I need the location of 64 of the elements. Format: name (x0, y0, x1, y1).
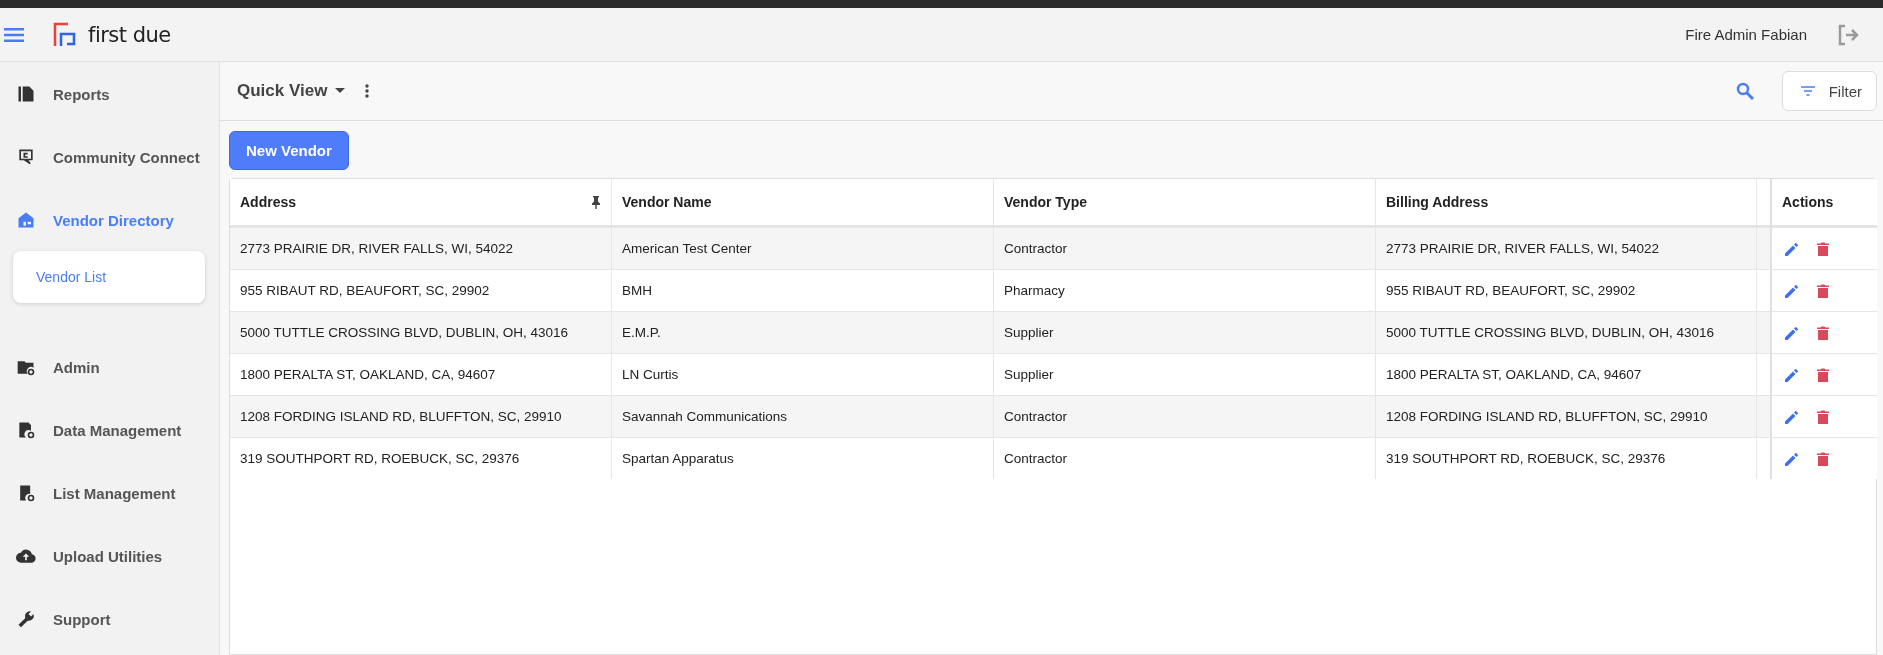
edit-icon[interactable] (1784, 408, 1800, 425)
table-cell: Supplier (994, 311, 1376, 353)
column-header[interactable]: Vendor Name (612, 179, 994, 227)
column-title: Vendor Type (1004, 194, 1087, 210)
sidebar-item[interactable]: Reports (0, 74, 219, 114)
column-title: Vendor Name (622, 194, 712, 210)
column-title: Billing Address (1386, 194, 1489, 210)
column-header[interactable]: Billing Address (1376, 179, 1757, 227)
table-cell: 2773 PRAIRIE DR, RIVER FALLS, WI, 54022 (1376, 227, 1757, 269)
table-cell: E.M.P. (612, 311, 994, 353)
table-cell: Savannah Communications (612, 395, 994, 437)
edit-icon[interactable] (1784, 450, 1800, 467)
delete-icon[interactable] (1815, 450, 1831, 467)
table-cell: 319 SOUTHPORT RD, ROEBUCK, SC, 29376 (1376, 437, 1757, 479)
search-icon[interactable] (1735, 82, 1754, 100)
caret-icon (335, 88, 346, 94)
sidebar-item[interactable]: Community Connect (0, 137, 219, 177)
menu-icon[interactable] (4, 26, 24, 43)
table-cell: 1208 FORDING ISLAND RD, BLUFFTON, SC, 29910 (230, 395, 612, 437)
table-cell: 319 SOUTHPORT RD, ROEBUCK, SC, 29376 (230, 437, 612, 479)
sidebar-item[interactable]: Upload Utilities (0, 536, 219, 576)
sidebar-item[interactable]: Data Management (0, 410, 219, 450)
edit-icon[interactable] (1784, 324, 1800, 341)
delete-icon[interactable] (1815, 408, 1831, 425)
edit-icon[interactable] (1784, 282, 1800, 299)
delete-icon[interactable] (1815, 282, 1831, 299)
table-cell: 2773 PRAIRIE DR, RIVER FALLS, WI, 54022 (230, 227, 612, 269)
document-gear-icon (16, 420, 36, 440)
wrench-icon (16, 609, 36, 629)
quick-view-dropdown[interactable]: Quick View (237, 81, 346, 101)
delete-icon[interactable] (1815, 366, 1831, 383)
filter-button[interactable]: Filter (1781, 71, 1877, 111)
column-header[interactable]: Vendor Type (994, 179, 1376, 227)
submenu-item[interactable]: Vendor List (36, 269, 182, 285)
filter-icon (1800, 86, 1815, 96)
delete-icon[interactable] (1815, 324, 1831, 341)
table-cell: Spartan Apparatus (612, 437, 994, 479)
table-cell: 5000 TUTTLE CROSSING BLVD, DUBLIN, OH, 43016 (1376, 311, 1757, 353)
new-vendor-button[interactable]: New Vendor (229, 131, 349, 170)
sidebar-item[interactable]: Support (0, 599, 219, 639)
table-cell: Contractor (994, 227, 1376, 269)
table-cell: Contractor (994, 437, 1376, 479)
sidebar-item[interactable]: Vendor Directory (0, 200, 219, 240)
user-name: Fire Admin Fabian (1685, 26, 1807, 43)
chat-icon (16, 147, 36, 167)
logo-icon (52, 21, 78, 48)
column-title: Address (240, 194, 297, 210)
table-cell: 5000 TUTTLE CROSSING BLVD, DUBLIN, OH, 43016 (230, 311, 612, 353)
document-icon (16, 84, 36, 104)
edit-icon[interactable] (1784, 366, 1800, 383)
sidebar-item[interactable]: List Management (0, 473, 219, 513)
table-cell: Contractor (994, 395, 1376, 437)
sidebar-item[interactable]: Admin (0, 347, 219, 387)
pin-icon[interactable] (591, 195, 601, 209)
more-icon[interactable] (365, 84, 370, 98)
table-cell: American Test Center (612, 227, 994, 269)
column-header[interactable]: Actions (1770, 179, 1877, 227)
table-cell: 1208 FORDING ISLAND RD, BLUFFTON, SC, 29910 (1376, 395, 1757, 437)
logout-icon[interactable] (1837, 23, 1859, 46)
column-header[interactable]: Address (230, 179, 612, 227)
delete-icon[interactable] (1815, 240, 1831, 257)
home-icon (16, 210, 36, 230)
brand-name: first due (88, 22, 171, 47)
edit-icon[interactable] (1784, 240, 1800, 257)
